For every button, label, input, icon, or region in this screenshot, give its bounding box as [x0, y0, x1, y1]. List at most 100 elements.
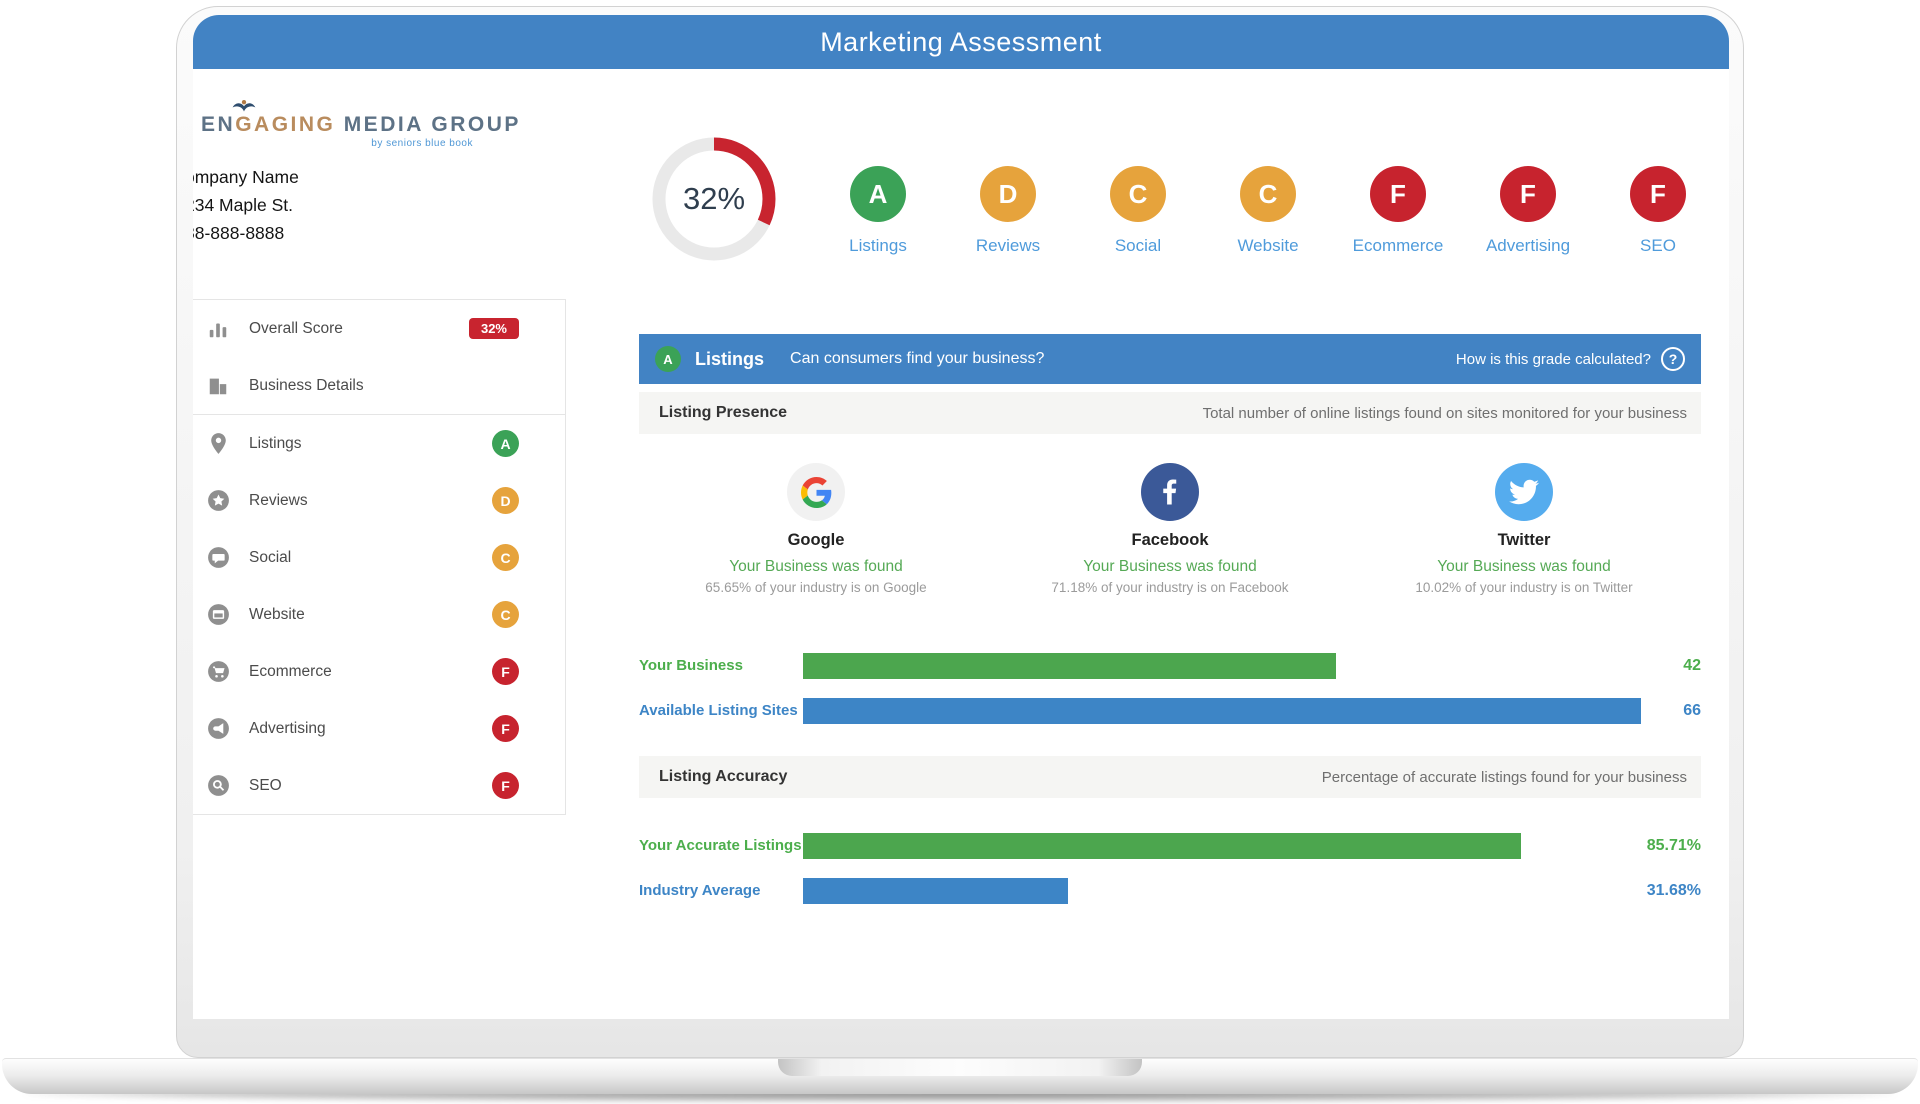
grade-label: Website — [1203, 236, 1333, 256]
building-icon — [203, 375, 233, 397]
sidebar-item-business-details[interactable]: Business Details — [193, 357, 565, 414]
sidebar-item-seo[interactable]: SEO F — [193, 757, 565, 814]
facebook-icon — [1141, 463, 1199, 521]
listing-accuracy-title: Listing Accuracy — [659, 768, 787, 786]
bar-your-business — [803, 653, 1336, 679]
platform-name: Twitter — [1347, 531, 1701, 550]
grade-col-social[interactable]: C Social — [1073, 166, 1203, 256]
chat-icon — [203, 545, 233, 570]
grade-summary-row: A Listings D Reviews C Social C Website … — [813, 166, 1723, 256]
sidebar-item-reviews[interactable]: Reviews D — [193, 472, 565, 529]
platform-found-status: Your Business was found — [1347, 558, 1701, 576]
listing-accuracy-chart: Your Accurate Listings 85.71% Industry A… — [639, 823, 1701, 913]
listing-accuracy-description: Percentage of accurate listings found fo… — [1322, 769, 1687, 786]
platform-industry-stat: 71.18% of your industry is on Facebook — [993, 580, 1347, 595]
sidebar-nav: Overall Score 32% Business Details Listi… — [193, 299, 566, 815]
sidebar-item-ecommerce[interactable]: Ecommerce F — [193, 643, 565, 700]
grade-circle: D — [980, 166, 1036, 222]
overall-score-value: 32% — [646, 131, 782, 267]
overall-score-donut: 32% — [646, 131, 782, 267]
grade-circle: F — [1500, 166, 1556, 222]
laptop-base — [2, 1058, 1918, 1094]
sidebar-item-overall-score[interactable]: Overall Score 32% — [193, 300, 565, 357]
platform-industry-stat: 10.02% of your industry is on Twitter — [1347, 580, 1701, 595]
grade-circle: C — [1110, 166, 1166, 222]
sidebar-item-label: Listings — [249, 435, 492, 453]
bar-label: Industry Average — [639, 881, 803, 900]
sidebar-item-listings[interactable]: Listings A — [193, 415, 565, 472]
grade-help-link[interactable]: How is this grade calculated? — [1456, 351, 1651, 368]
grade-col-reviews[interactable]: D Reviews — [943, 166, 1073, 256]
laptop-base-notch — [778, 1059, 1142, 1076]
sidebar-item-label: Advertising — [249, 720, 492, 738]
bar-industry-average — [803, 878, 1068, 904]
sidebar-item-label: Reviews — [249, 492, 492, 510]
cart-icon — [203, 659, 233, 684]
sidebar-item-label: Business Details — [249, 377, 519, 395]
bird-logo-icon — [231, 97, 257, 113]
logo-tagline: by seniors blue book — [201, 138, 473, 149]
grade-badge: C — [492, 601, 519, 628]
grade-circle: F — [1630, 166, 1686, 222]
grade-badge: C — [492, 544, 519, 571]
section-question: Can consumers find your business? — [790, 350, 1044, 368]
sidebar-item-label: SEO — [249, 777, 492, 795]
page: Marketing Assessment ENGAGING MEDIA GROU… — [0, 0, 1920, 1104]
chart-row: Available Listing Sites 66 — [639, 688, 1701, 733]
bar-value: 42 — [1641, 657, 1701, 675]
grade-col-website[interactable]: C Website — [1203, 166, 1333, 256]
sidebar-item-website[interactable]: Website C — [193, 586, 565, 643]
google-icon — [787, 463, 845, 521]
megaphone-icon — [203, 716, 233, 741]
bar-chart-icon — [203, 318, 233, 340]
company-info: ompany Name 234 Maple St. 88-888-8888 — [193, 163, 299, 247]
platform-name: Facebook — [993, 531, 1347, 550]
grade-col-seo[interactable]: F SEO — [1593, 166, 1723, 256]
chart-row: Your Accurate Listings 85.71% — [639, 823, 1701, 868]
grade-label: SEO — [1593, 236, 1723, 256]
bar-track — [803, 833, 1641, 859]
sidebar-item-advertising[interactable]: Advertising F — [193, 700, 565, 757]
grade-col-listings[interactable]: A Listings — [813, 166, 943, 256]
company-address: 234 Maple St. — [193, 191, 299, 219]
overall-score-badge: 32% — [469, 318, 519, 339]
sidebar-item-social[interactable]: Social C — [193, 529, 565, 586]
logo-text-highlight: GAGING — [235, 113, 335, 136]
platform-name: Google — [639, 531, 993, 550]
laptop-frame: Marketing Assessment ENGAGING MEDIA GROU… — [176, 6, 1744, 1058]
section-title: Listings — [695, 349, 764, 370]
platform-found-status: Your Business was found — [639, 558, 993, 576]
bar-value: 31.68% — [1641, 882, 1701, 900]
platform-facebook: Facebook Your Business was found 71.18% … — [993, 463, 1347, 595]
grade-label: Reviews — [943, 236, 1073, 256]
sidebar-item-label: Website — [249, 606, 492, 624]
section-grade-badge: A — [655, 346, 681, 372]
platform-google: Google Your Business was found 65.65% of… — [639, 463, 993, 595]
chart-row: Industry Average 31.68% — [639, 868, 1701, 913]
bar-label: Your Business — [639, 656, 803, 675]
magnifier-icon — [203, 773, 233, 798]
twitter-icon — [1495, 463, 1553, 521]
grade-label: Advertising — [1463, 236, 1593, 256]
platform-industry-stat: 65.65% of your industry is on Google — [639, 580, 993, 595]
company-logo: ENGAGING MEDIA GROUP by seniors blue boo… — [201, 113, 473, 149]
bar-track — [803, 878, 1641, 904]
bar-track — [803, 698, 1641, 724]
star-icon — [203, 488, 233, 513]
grade-col-ecommerce[interactable]: F Ecommerce — [1333, 166, 1463, 256]
screen: Marketing Assessment ENGAGING MEDIA GROU… — [193, 15, 1729, 1019]
company-name: ompany Name — [193, 163, 299, 191]
grade-col-advertising[interactable]: F Advertising — [1463, 166, 1593, 256]
grade-circle: F — [1370, 166, 1426, 222]
grade-badge: A — [492, 430, 519, 457]
grade-badge: D — [492, 487, 519, 514]
grade-label: Ecommerce — [1333, 236, 1463, 256]
platform-found-status: Your Business was found — [993, 558, 1347, 576]
listing-presence-band: Listing Presence Total number of online … — [639, 392, 1701, 434]
grade-circle: C — [1240, 166, 1296, 222]
listings-section-header: A Listings Can consumers find your busin… — [639, 334, 1701, 384]
question-circle-icon[interactable]: ? — [1661, 347, 1685, 371]
listing-accuracy-band: Listing Accuracy Percentage of accurate … — [639, 756, 1701, 798]
listing-presence-description: Total number of online listings found on… — [1203, 405, 1687, 422]
grade-badge: F — [492, 772, 519, 799]
